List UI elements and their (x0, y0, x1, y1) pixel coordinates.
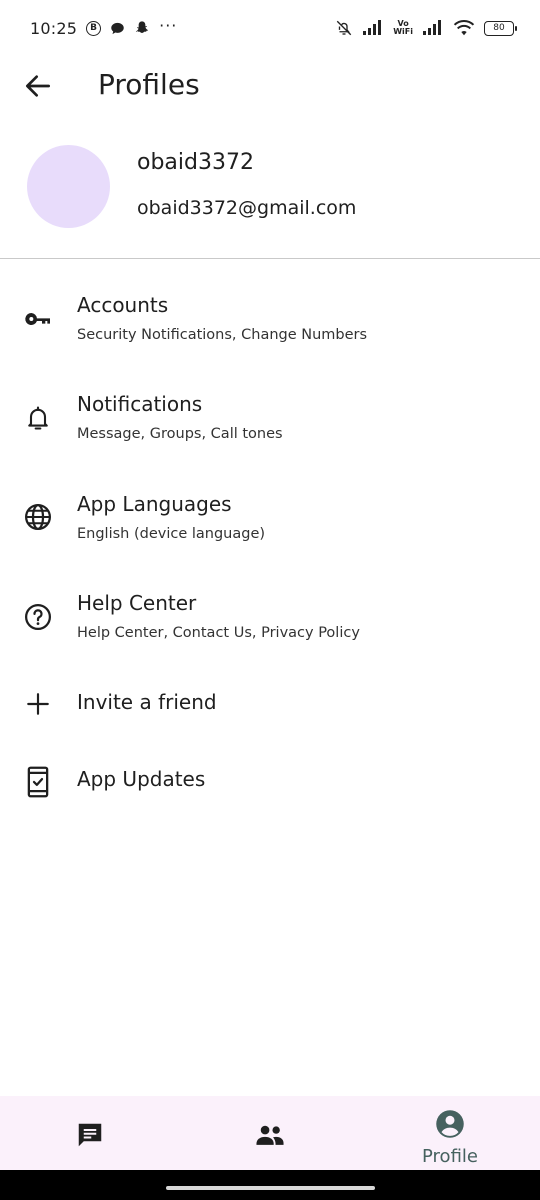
menu-item-subtitle: Help Center, Contact Us, Privacy Policy (77, 625, 360, 641)
signal-icon-2 (423, 20, 441, 35)
more-notifications-icon: ··· (159, 15, 178, 35)
profile-email: obaid3372@gmail.com (137, 197, 357, 219)
home-indicator[interactable] (166, 1186, 375, 1190)
status-bar-right: Vo WiFi 80 (335, 19, 517, 37)
nav-label-profile: Profile (422, 1146, 478, 1167)
snapchat-icon (135, 21, 149, 33)
nav-item-chats[interactable] (30, 1096, 150, 1170)
menu-item-title: App Updates (77, 767, 206, 791)
status-time: 10:25 (30, 18, 78, 38)
divider (0, 258, 540, 259)
profiles-screen: 10:25 B ··· Vo WiFi 80 Profiles obaid337… (0, 0, 540, 1200)
app-bar: Profiles (0, 56, 540, 116)
bell-icon (20, 400, 56, 436)
menu-item-title: Invite a friend (77, 690, 217, 714)
wifi-icon (453, 20, 475, 36)
globe-icon (20, 499, 56, 535)
bottom-navigation: Profile (0, 1096, 540, 1170)
status-bar: 10:25 B ··· Vo WiFi 80 (0, 0, 540, 56)
menu-item-title: App Languages (77, 492, 232, 516)
nav-item-profile[interactable]: Profile (390, 1096, 510, 1170)
arrow-back-icon (26, 75, 50, 97)
bell-off-icon (336, 20, 352, 36)
account-circle-icon (436, 1110, 464, 1138)
b-badge-icon: B (86, 20, 102, 36)
menu-item-subtitle: Message, Groups, Call tones (77, 426, 283, 442)
plus-icon (20, 686, 56, 722)
people-icon (256, 1125, 284, 1145)
help-circle-icon (20, 599, 56, 635)
back-button[interactable] (22, 70, 54, 102)
avatar[interactable] (27, 145, 110, 228)
profile-name: obaid3372 (137, 150, 254, 175)
menu-item-title: Help Center (77, 591, 197, 615)
menu-item-title: Accounts (77, 293, 169, 317)
vowifi-indicator: Vo WiFi (393, 20, 413, 36)
key-icon (20, 301, 56, 337)
system-nav-bar (0, 1170, 540, 1200)
menu-item-accounts[interactable]: Accounts Security Notifications, Change … (0, 285, 540, 365)
status-bar-left: 10:25 B ··· (30, 15, 178, 38)
menu-item-notifications[interactable]: Notifications Message, Groups, Call tone… (0, 384, 540, 464)
vowifi-bottom: WiFi (393, 27, 413, 36)
chat-icon (78, 1123, 102, 1147)
battery-indicator: 80 (484, 20, 517, 36)
page-title: Profiles (98, 68, 200, 101)
menu-item-title: Notifications (77, 392, 203, 416)
signal-icon (363, 20, 382, 35)
chat-bubble-icon (111, 22, 124, 34)
menu-item-subtitle: English (device language) (77, 526, 266, 542)
menu-item-invite-friend[interactable]: Invite a friend (0, 684, 540, 728)
menu-item-app-updates[interactable]: App Updates (0, 762, 540, 806)
phone-update-icon (20, 764, 56, 800)
menu-item-app-languages[interactable]: App Languages English (device language) (0, 484, 540, 564)
menu-item-subtitle: Security Notifications, Change Numbers (77, 327, 368, 343)
menu-item-help-center[interactable]: Help Center Help Center, Contact Us, Pri… (0, 583, 540, 663)
nav-item-people[interactable] (210, 1096, 330, 1170)
